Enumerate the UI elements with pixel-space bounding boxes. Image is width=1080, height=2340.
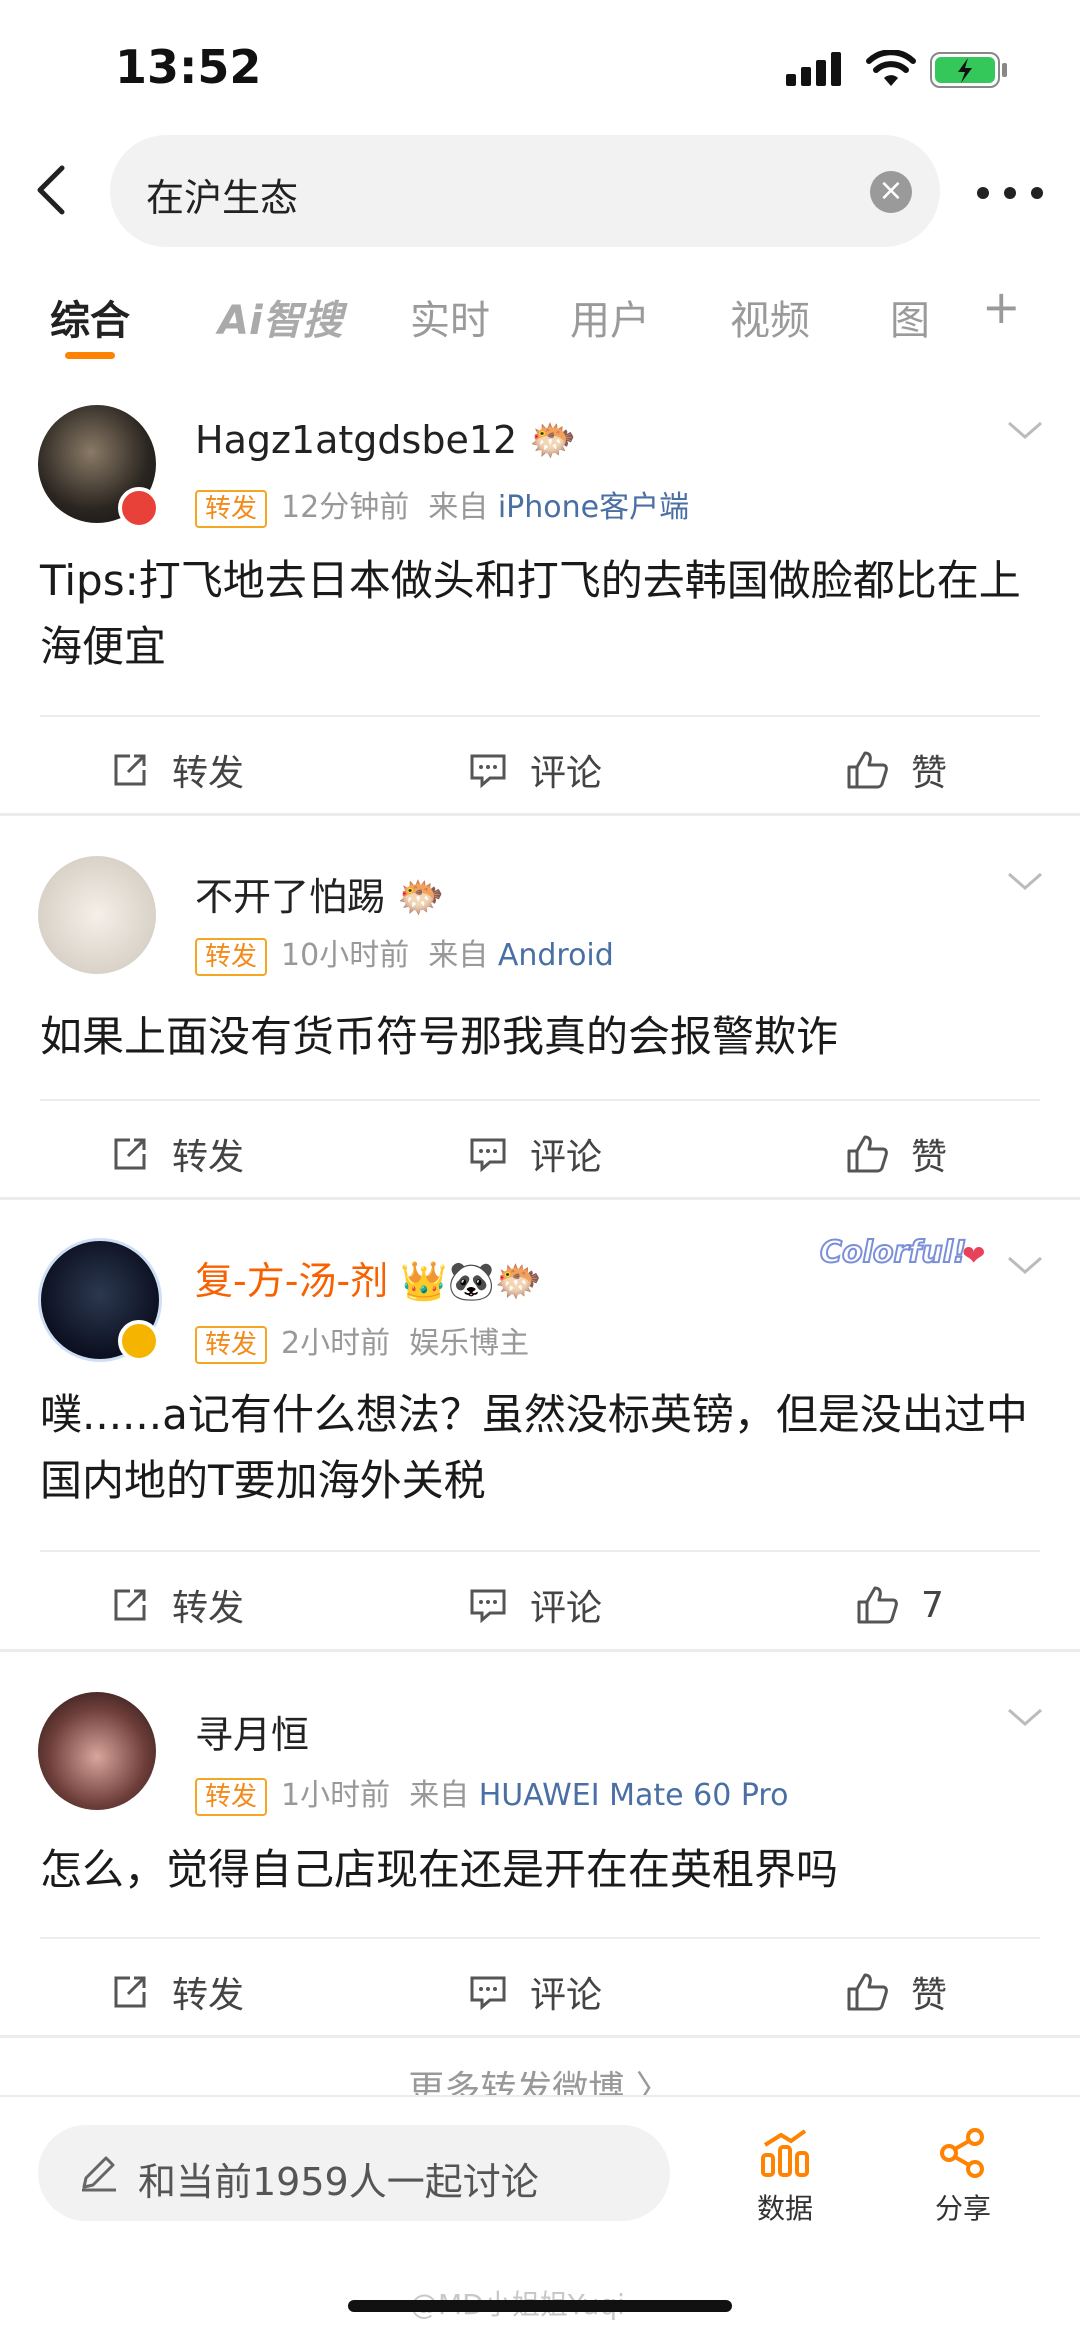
post-actions: 转发 评论 7 (0, 1555, 1080, 1655)
comment-button[interactable]: 评论 (468, 720, 602, 820)
post-card: 复-方-汤-剂 👑🐼🐡 转发 2小时前 娱乐博主 噗......a记有什么想法？虽… (0, 1200, 1080, 1650)
avatar[interactable] (38, 1692, 156, 1810)
share-button[interactable]: 分享 (908, 2127, 1018, 2227)
user-tag: 娱乐博主 (409, 1326, 530, 1361)
repost-button[interactable]: 转发 (110, 1555, 244, 1655)
repost-icon (114, 1589, 146, 1621)
tab-general[interactable]: 综合 (50, 288, 130, 346)
repost-icon (114, 1976, 146, 2008)
tab-users[interactable]: 用户 (570, 288, 650, 346)
post-card: Hagz1atgdsbe12 🐡 转发 12分钟前 来自 iPhone客户端 Ti… (0, 370, 1080, 815)
chevron-down-icon[interactable] (1005, 1250, 1045, 1280)
more-options-icon[interactable] (975, 185, 1045, 201)
chevron-down-icon[interactable] (1005, 1702, 1045, 1732)
search-input[interactable]: 在沪生态 × (110, 135, 940, 247)
home-indicator[interactable] (348, 2300, 732, 2312)
post-meta: 转发 2小时前 娱乐博主 (195, 1318, 529, 1364)
search-query: 在沪生态 (146, 176, 299, 220)
divider (40, 1937, 1040, 1939)
active-tab-indicator (65, 352, 115, 359)
chevron-down-icon[interactable] (1005, 415, 1045, 445)
back-arrow-icon[interactable] (28, 160, 78, 220)
post-card: 不开了怕踢 🐡 转发 10小时前 来自 Android 如果上面没有货币符号那我真… (0, 816, 1080, 1199)
repost-button[interactable]: 转发 (110, 720, 244, 820)
tab-video[interactable]: 视频 (730, 288, 810, 346)
username[interactable]: 不开了怕踢 🐡 (195, 866, 444, 921)
post-separator (0, 2035, 1080, 2038)
repost-icon (114, 1138, 146, 1170)
like-button[interactable]: 赞 (845, 1942, 947, 2042)
add-tab-icon[interactable]: + (982, 280, 1021, 334)
repost-tag: 转发 (195, 1325, 268, 1364)
thumbs-up-icon (857, 1586, 898, 1624)
comment-icon (470, 1976, 506, 2011)
wifi-icon (866, 50, 916, 86)
post-source[interactable]: iPhone客户端 (498, 490, 689, 525)
post-actions: 转发 评论 赞 (0, 1104, 1080, 1204)
tab-realtime[interactable]: 实时 (410, 288, 490, 346)
post-meta: 转发 12分钟前 来自 iPhone客户端 (195, 482, 689, 528)
comment-button[interactable]: 评论 (468, 1104, 602, 1204)
search-tabs: 综合 Ai智搜 实时 用户 视频 图 + (0, 270, 1080, 370)
like-button[interactable]: 7 (855, 1555, 944, 1655)
chevron-down-icon[interactable] (1005, 866, 1045, 896)
battery-icon (930, 52, 1007, 88)
repost-tag: 转发 (195, 937, 268, 976)
fish-emoji-icon: 🐡 (529, 418, 577, 462)
tab-ai-search[interactable]: Ai智搜 (218, 288, 343, 346)
tab-images[interactable]: 图 (890, 288, 930, 346)
fish-emoji-icon: 🐡 (397, 875, 445, 919)
post-source[interactable]: Android (498, 938, 614, 973)
like-button[interactable]: 赞 (845, 1104, 947, 1204)
thumbs-up-icon (847, 1135, 888, 1173)
emoji-icons: 👑🐼🐡 (400, 1259, 543, 1303)
chart-icon (761, 2129, 809, 2177)
post-source[interactable]: HUAWEI Mate 60 Pro (479, 1778, 789, 1813)
post-content[interactable]: Tips:打飞地去日本做头和打飞的去韩国做脸都比在上海便宜 (40, 548, 1040, 680)
clear-search-icon[interactable]: × (870, 171, 912, 213)
post-meta: 转发 10小时前 来自 Android (195, 930, 614, 976)
avatar[interactable] (38, 856, 156, 974)
status-bar: 13:52 (0, 0, 1080, 135)
username[interactable]: 复-方-汤-剂 👑🐼🐡 (195, 1250, 542, 1305)
comment-button[interactable]: 评论 (468, 1555, 602, 1655)
username[interactable]: 寻月恒 (195, 1704, 309, 1759)
thumbs-up-icon (847, 1973, 888, 2011)
like-button[interactable]: 赞 (845, 720, 947, 820)
divider (40, 1099, 1040, 1101)
like-count: 7 (921, 1584, 944, 1626)
status-time: 13:52 (115, 40, 262, 94)
verified-badge-icon (118, 487, 160, 529)
post-actions: 转发 评论 赞 (0, 1942, 1080, 2042)
pencil-icon (82, 2156, 116, 2192)
comment-button[interactable]: 评论 (468, 1942, 602, 2042)
repost-tag: 转发 (195, 1777, 268, 1816)
thumbs-up-icon (847, 751, 888, 789)
verified-badge-icon (118, 1320, 160, 1362)
divider (40, 1550, 1040, 1552)
divider (40, 715, 1040, 717)
comment-icon (470, 1138, 506, 1173)
signal-icon (786, 52, 841, 86)
comment-icon (470, 754, 506, 789)
repost-icon (114, 754, 146, 786)
comment-icon (470, 1589, 506, 1624)
discuss-input[interactable]: 和当前1959人一起讨论 (38, 2125, 670, 2221)
post-content[interactable]: 怎么，觉得自己店现在还是开在在英租界吗 (40, 1837, 1040, 1903)
data-button[interactable]: 数据 (730, 2127, 840, 2227)
post-content[interactable]: 如果上面没有货币符号那我真的会报警欺诈 (40, 1004, 1040, 1070)
repost-button[interactable]: 转发 (110, 1942, 244, 2042)
username[interactable]: Hagz1atgdsbe12 🐡 (195, 418, 577, 463)
share-icon (940, 2128, 984, 2178)
post-actions: 转发 评论 赞 (0, 720, 1080, 820)
repost-tag: 转发 (195, 489, 268, 528)
post-meta: 转发 1小时前 来自 HUAWEI Mate 60 Pro (195, 1770, 788, 1816)
search-header: 在沪生态 × (0, 135, 1080, 250)
post-content[interactable]: 噗......a记有什么想法？虽然没标英镑，但是没出过中国内地的T要加海外关税 (40, 1382, 1040, 1514)
repost-button[interactable]: 转发 (110, 1104, 244, 1204)
post-card: 寻月恒 转发 1小时前 来自 HUAWEI Mate 60 Pro 怎么，觉得自己… (0, 1652, 1080, 2037)
